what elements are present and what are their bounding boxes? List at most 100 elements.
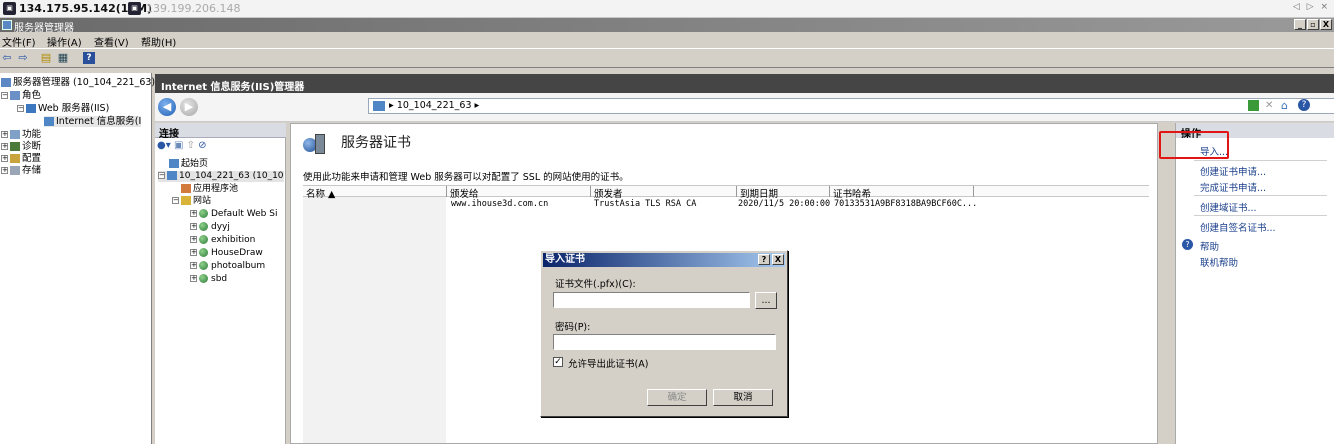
- tree-diagnostics[interactable]: + 诊断: [1, 141, 41, 152]
- tree-features[interactable]: + 功能: [1, 129, 41, 140]
- expand-icon[interactable]: +: [190, 236, 197, 243]
- globe-icon: [199, 209, 208, 218]
- cancel-button[interactable]: 取消: [713, 389, 773, 406]
- conn-start-page[interactable]: 起始页: [169, 159, 208, 170]
- folder-up-icon[interactable]: ▤: [40, 52, 52, 64]
- cell-hash: 70133531A9BF8318BA9BCF60C...: [834, 199, 978, 209]
- col-end: [973, 186, 977, 197]
- name-column-fill: [303, 197, 446, 443]
- conn-app-pools[interactable]: 应用程序池: [181, 184, 238, 195]
- refresh-icon[interactable]: [1248, 100, 1259, 111]
- menu-action[interactable]: 操作(A): [47, 34, 82, 49]
- expand-icon[interactable]: +: [190, 262, 197, 269]
- password-input[interactable]: [553, 334, 776, 350]
- tree-web-server[interactable]: − Web 服务器(IIS): [17, 103, 109, 114]
- expand-icon[interactable]: +: [1, 131, 8, 138]
- iis-icon: [44, 117, 54, 126]
- password-label: 密码(P):: [555, 322, 591, 333]
- page-description: 使用此功能来申请和管理 Web 服务器可以对配置了 SSL 的网站使用的证书。: [303, 172, 629, 183]
- restore-button[interactable]: ▫: [1307, 19, 1319, 30]
- connections-title: 连接: [155, 123, 286, 140]
- tree-storage[interactable]: + 存储: [1, 165, 41, 176]
- expand-icon[interactable]: +: [190, 249, 197, 256]
- forward-arrow-icon[interactable]: ⇨: [17, 52, 29, 64]
- collapse-icon[interactable]: −: [158, 172, 165, 179]
- expand-icon[interactable]: +: [190, 275, 197, 282]
- expand-icon[interactable]: +: [1, 143, 8, 150]
- collapse-icon[interactable]: −: [1, 92, 8, 99]
- menu-view[interactable]: 查看(V): [94, 34, 129, 49]
- tree-iis-manager[interactable]: Internet 信息服务(I: [44, 116, 142, 127]
- back-button[interactable]: ◀: [158, 98, 176, 116]
- site-item[interactable]: + exhibition: [190, 235, 255, 246]
- menu-file[interactable]: 文件(F): [2, 34, 36, 49]
- dialog-help-button[interactable]: ?: [758, 254, 770, 265]
- help-icon[interactable]: ?: [83, 52, 95, 64]
- action-create-selfsigned[interactable]: 创建自签名证书...: [1200, 220, 1276, 234]
- expand-icon[interactable]: +: [190, 210, 197, 217]
- disconnect-icon[interactable]: ⊘: [198, 140, 206, 151]
- expand-icon[interactable]: +: [1, 155, 8, 162]
- close-button[interactable]: X: [1320, 19, 1332, 30]
- connections-toolbar: ●▾ ▣ ⇧ ⊘: [157, 140, 207, 151]
- rdp-session-icon[interactable]: ▣: [3, 2, 16, 15]
- menu-bar: 文件(F) 操作(A) 查看(V) 帮助(H): [0, 32, 1334, 49]
- col-issued-to[interactable]: 颁发给: [446, 186, 479, 200]
- help-icon[interactable]: ?: [1298, 99, 1310, 111]
- conn-server[interactable]: −10_104_221_63 (10_10: [158, 171, 284, 182]
- connect-icon[interactable]: ●▾: [157, 140, 171, 151]
- action-complete-request[interactable]: 完成证书申请...: [1200, 180, 1266, 194]
- minimize-button[interactable]: _: [1294, 19, 1306, 30]
- conn-sites[interactable]: − 网站: [172, 196, 211, 207]
- forward-button[interactable]: ▶: [180, 98, 198, 116]
- action-create-domain-cert[interactable]: 创建域证书...: [1200, 200, 1257, 214]
- server-icon: [1, 78, 11, 87]
- help-icon: ?: [1182, 239, 1193, 250]
- site-item[interactable]: + dyyj: [190, 222, 230, 233]
- connections-pane: 连接 ●▾ ▣ ⇧ ⊘ 起始页 −10_104_221_63 (10_10 应用…: [155, 123, 286, 444]
- tree-config[interactable]: + 配置: [1, 153, 41, 164]
- dialog-close-button[interactable]: X: [772, 254, 784, 265]
- tree-root[interactable]: 服务器管理器 (10_104_221_63): [1, 77, 155, 88]
- back-arrow-icon[interactable]: ⇦: [1, 52, 13, 64]
- collapse-icon[interactable]: −: [172, 197, 179, 204]
- up-icon[interactable]: ⇧: [187, 140, 195, 151]
- dialog-titlebar: 导入证书 ? X: [543, 253, 785, 267]
- rdp-session-icon[interactable]: ▣: [128, 2, 141, 15]
- browse-button[interactable]: ...: [755, 292, 777, 309]
- action-create-request[interactable]: 创建证书申请...: [1200, 164, 1266, 178]
- features-icon: [10, 130, 20, 139]
- menu-help[interactable]: 帮助(H): [141, 34, 176, 49]
- ok-button[interactable]: 确定: [647, 389, 707, 406]
- server-icon: [167, 171, 177, 180]
- col-issuer[interactable]: 颁发者: [590, 186, 623, 200]
- start-page-icon: [169, 159, 179, 168]
- rdp-session-tab-inactive[interactable]: 139.199.206.148: [146, 2, 240, 15]
- storage-icon: [10, 166, 20, 175]
- stop-icon[interactable]: ✕: [1265, 100, 1273, 111]
- collapse-icon[interactable]: −: [17, 105, 24, 112]
- divider: [1194, 160, 1327, 161]
- action-online-help[interactable]: 联机帮助: [1200, 255, 1238, 269]
- action-help[interactable]: 帮助: [1200, 239, 1219, 253]
- site-item[interactable]: + Default Web Si: [190, 209, 277, 220]
- allow-export-label[interactable]: 允许导出此证书(A): [568, 356, 648, 370]
- col-expires[interactable]: 到期日期: [736, 186, 778, 200]
- server-manager-icon: [2, 20, 12, 30]
- address-input[interactable]: ▸ 10_104_221_63 ▸: [368, 98, 1334, 114]
- site-item[interactable]: + photoalbum: [190, 261, 265, 272]
- site-item[interactable]: + sbd: [190, 274, 227, 285]
- certificate-file-input[interactable]: [553, 292, 750, 308]
- tree-roles[interactable]: − 角色: [1, 90, 41, 101]
- expand-icon[interactable]: +: [1, 167, 8, 174]
- cell-issued-to: www.ihouse3d.com.cn: [451, 199, 549, 209]
- rdp-controls[interactable]: ◁ ▷ ×: [1293, 2, 1330, 12]
- allow-export-checkbox[interactable]: ✓: [553, 357, 563, 367]
- expand-icon[interactable]: +: [190, 223, 197, 230]
- col-name[interactable]: 名称 ▲: [303, 186, 335, 200]
- site-item[interactable]: + HouseDraw: [190, 248, 263, 259]
- console-tree-icon[interactable]: ▦: [57, 52, 69, 64]
- home-icon[interactable]: ⌂: [1281, 99, 1288, 112]
- col-hash[interactable]: 证书哈希: [829, 186, 871, 200]
- save-icon[interactable]: ▣: [174, 140, 183, 151]
